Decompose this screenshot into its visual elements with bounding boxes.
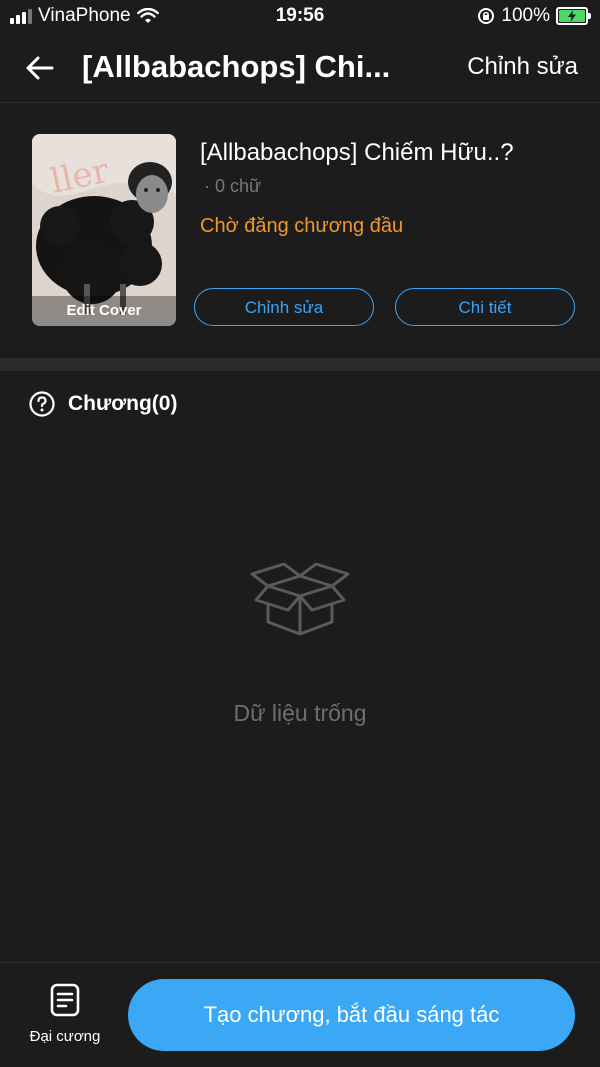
story-title: [Allbabachops] Chiếm Hữu..? [200, 139, 514, 166]
section-divider [0, 358, 600, 371]
status-badge: Chờ đăng chương đầu [200, 215, 404, 237]
screen: VinaPhone 19:56 100% [Allbabachops] Chi.… [0, 0, 600, 1067]
document-icon [50, 983, 80, 1017]
header-edit-button[interactable]: Chỉnh sửa [467, 53, 578, 81]
page-title: [Allbabachops] Chi... [82, 49, 391, 84]
chapters-header: Chương(0) [28, 390, 177, 418]
create-chapter-button[interactable]: Tạo chương, bắt đầu sáng tác [128, 979, 575, 1051]
status-right: 100% [477, 5, 591, 27]
empty-state-text: Dữ liệu trống [233, 700, 367, 726]
cover-image[interactable]: ller Edit Cover [32, 134, 176, 326]
edit-story-button[interactable]: Chỉnh sửa [194, 288, 374, 326]
app-header: [Allbabachops] Chi... Chỉnh sửa [0, 34, 600, 103]
help-circle-icon[interactable] [28, 390, 56, 418]
story-detail-button[interactable]: Chi tiết [395, 288, 575, 326]
story-card: ller Edit Cover [Allbabachops] Chiếm Hữu… [0, 103, 600, 358]
word-count: · 0 chữ [204, 176, 262, 196]
back-arrow-icon[interactable] [22, 50, 58, 86]
status-bar: VinaPhone 19:56 100% [0, 0, 600, 34]
empty-box-icon [250, 562, 350, 636]
bottom-bar: Đại cương Tạo chương, bắt đầu sáng tác [0, 962, 600, 1067]
outline-button[interactable]: Đại cương [20, 983, 110, 1045]
edit-cover-label: Edit Cover [32, 296, 176, 326]
orientation-lock-icon [478, 8, 495, 24]
battery-icon [556, 7, 591, 25]
outline-label: Đại cương [29, 1028, 101, 1045]
chapters-label: Chương(0) [68, 392, 178, 415]
battery-percent: 100% [501, 5, 550, 26]
